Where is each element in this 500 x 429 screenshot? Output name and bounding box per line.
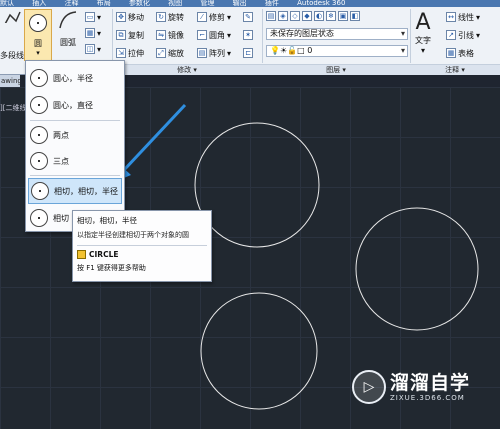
watermark: ▷ 溜溜自学 ZIXUE.3D66.COM: [352, 363, 470, 411]
watermark-name: 溜溜自学: [390, 372, 471, 394]
play-logo-icon: ▷: [352, 370, 386, 404]
circle-center-diameter-icon: [30, 96, 48, 114]
tooltip-help: 按 F1 键获得更多帮助: [77, 264, 146, 272]
menu-item-label: 圆心，直径: [53, 100, 93, 110]
menu-item-label: 相切，相切，半径: [54, 186, 118, 196]
menu-item-tan-tan-radius[interactable]: 相切，相切，半径: [28, 178, 122, 204]
menu-item-label: 两点: [53, 130, 69, 140]
circle-tan-tan-radius-icon: [31, 182, 49, 200]
tooltip-description: 以指定半径创建相切于两个对象的圆: [77, 231, 189, 239]
pointer-arrow-shaft: [122, 103, 187, 172]
menu-item-three-point[interactable]: 三点: [28, 148, 122, 174]
menu-divider: [30, 175, 120, 176]
watermark-url: ZIXUE.3D66.COM: [390, 394, 465, 402]
tooltip-command-name: CIRCLE: [89, 250, 119, 259]
tooltip-title: 相切，相切，半径: [77, 216, 137, 225]
circle-tan-tan-tan-icon: [30, 209, 48, 227]
circle-three-point-icon: [30, 152, 48, 170]
circle-center-radius-icon: [30, 69, 48, 87]
menu-item-two-point[interactable]: 两点: [28, 122, 122, 148]
drawn-circle[interactable]: [355, 207, 479, 331]
command-icon: [77, 250, 86, 259]
tooltip-divider: [77, 245, 207, 246]
menu-item-label: 圆心，半径: [53, 73, 93, 83]
command-tooltip: 相切，相切，半径 以指定半径创建相切于两个对象的圆 CIRCLE 按 F1 键获…: [72, 210, 212, 282]
menu-item-label: 三点: [53, 156, 69, 166]
circle-two-point-icon: [30, 126, 48, 144]
circle-dropdown-menu: 圆心，半径 圆心，直径 两点 三点 相切，相切，半径 相切: [25, 60, 125, 232]
drawn-circle[interactable]: [194, 122, 320, 248]
menu-divider: [30, 120, 120, 121]
tooltip-command: CIRCLE: [77, 250, 207, 259]
drawn-circle[interactable]: [200, 292, 318, 410]
menu-item-center-diameter[interactable]: 圆心，直径: [28, 92, 122, 118]
menu-item-center-radius[interactable]: 圆心，半径: [28, 65, 122, 91]
menu-item-label: 相切: [53, 213, 69, 223]
watermark-text: 溜溜自学 ZIXUE.3D66.COM: [390, 372, 470, 402]
